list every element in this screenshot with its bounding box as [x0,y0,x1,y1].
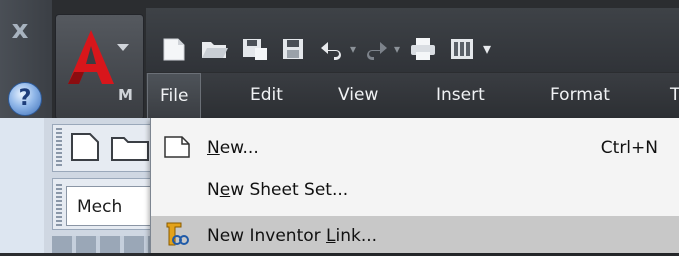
menu-insert[interactable]: Insert [424,73,497,118]
app-sub-label: M [118,86,133,104]
menu-item-new[interactable]: New... Ctrl+N [151,128,679,168]
redo-icon[interactable] [362,36,390,62]
workspace-icon[interactable] [448,36,476,62]
file-menu-dropdown: New... Ctrl+N New Sheet Set... New Inven… [150,118,679,253]
menu-view[interactable]: View [326,73,390,118]
menu-item-new-inventor-link[interactable]: New Inventor Link... [151,216,679,253]
new-document-icon [164,136,190,158]
menu-item-label: New Inventor [207,226,327,246]
open-folder-icon[interactable] [110,130,150,164]
menu-item-new-sheet-set[interactable]: New Sheet Set... [151,170,679,210]
open-folder-icon[interactable] [200,36,230,62]
menu-format[interactable]: Format [538,73,622,118]
menu-item-label: ink... [335,226,378,246]
help-icon[interactable]: ? [8,82,42,116]
menu-bar: File Edit View Insert Format T [146,73,679,119]
left-panel [0,118,45,253]
autocad-logo-icon [68,30,114,84]
menu-item-label: N [207,180,220,200]
toolbar-grip-icon[interactable] [56,128,62,166]
inventor-link-icon [166,222,189,246]
menu-item-mnemonic: L [326,226,336,246]
undo-dropdown-icon[interactable]: ▾ [348,36,358,62]
toolbar-grip-icon[interactable] [56,184,62,226]
menu-item-mnemonic: e [219,180,231,200]
menu-item-shortcut: Ctrl+N [600,138,658,158]
ribbon-toolbar-strip [52,236,152,253]
workspace-selector[interactable]: Mech [66,186,152,226]
save-as-icon[interactable] [240,36,270,62]
menu-item-label: ew... [219,138,259,158]
new-file-icon[interactable] [68,130,104,164]
menu-item-label: w Sheet Set... [230,180,349,200]
customize-dropdown-icon[interactable]: ▾ [480,36,494,62]
menu-tools[interactable]: T [658,73,679,118]
print-icon[interactable] [408,36,438,62]
undo-icon[interactable] [318,36,346,62]
menu-file[interactable]: File [147,73,202,119]
close-icon[interactable]: x [6,16,34,44]
redo-dropdown-icon[interactable]: ▾ [392,36,402,62]
save-icon[interactable] [280,36,306,62]
menu-edit[interactable]: Edit [238,73,295,118]
menu-item-mnemonic: N [207,138,220,158]
new-file-icon[interactable] [160,36,188,62]
quick-access-toolbar: ▾ ▾ ▾ [146,8,679,72]
chevron-down-icon[interactable] [117,44,129,51]
